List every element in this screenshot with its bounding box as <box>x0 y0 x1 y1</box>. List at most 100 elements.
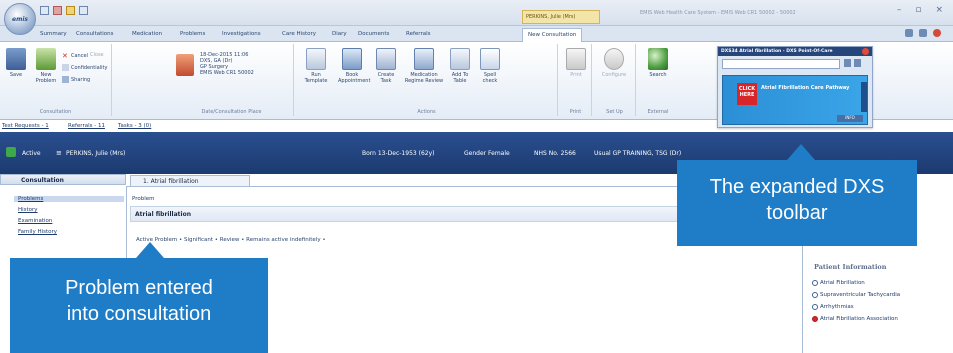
callout-dxs-toolbar: The expanded DXS toolbar <box>677 144 917 246</box>
tasks-link[interactable]: Tasks - 3 (0) <box>118 123 151 129</box>
appointment-icon <box>342 48 362 70</box>
configure-label: Configure <box>601 72 627 78</box>
consultation-navigator-header[interactable]: Consultation <box>0 174 126 185</box>
dxs-close-icon[interactable] <box>862 48 869 55</box>
book-appointment-label: Book Appointment <box>338 72 371 84</box>
pi-item-label: Supraventricular Tachycardia <box>820 292 901 298</box>
help-icon[interactable] <box>905 29 913 37</box>
print-button[interactable]: Print <box>562 48 590 78</box>
template-icon <box>306 48 326 70</box>
medication-review-button[interactable]: Medication Regime Review <box>404 48 444 84</box>
dxs-search-icon[interactable] <box>844 59 851 67</box>
group-actions-label: Actions <box>417 109 436 115</box>
consultation-date-selector[interactable]: 18-Dec-2015 11:06 DXS, GA (Dr) GP Surger… <box>176 52 258 76</box>
nav-item-family-history[interactable]: Family History <box>18 229 57 235</box>
save-quick-icon[interactable] <box>40 6 49 15</box>
dxs-click-here-button[interactable]: CLICK HERE <box>737 83 757 105</box>
options-quick-icon[interactable] <box>79 6 88 15</box>
alert-icon[interactable] <box>919 29 927 37</box>
search-button[interactable]: Search <box>644 48 672 78</box>
tab-consultations[interactable]: Consultations <box>76 31 114 37</box>
group-setup-label: Set Up <box>606 109 623 115</box>
tab-care-history[interactable]: Care History <box>282 31 316 37</box>
group-print: Print Print <box>560 44 592 116</box>
nav-item-problems[interactable]: Problems <box>14 196 124 202</box>
home-quick-icon[interactable] <box>53 6 62 15</box>
window-controls: – ▫ × <box>897 5 943 15</box>
create-task-button[interactable]: Create Task <box>372 48 400 84</box>
ribbon-tabs: Summary Consultations Medication Problem… <box>0 26 953 42</box>
group-external-label: External <box>647 109 669 115</box>
cancel-button[interactable]: ✕ Cancel <box>62 52 88 60</box>
patient-status: Active <box>22 150 41 157</box>
pi-item-label: Atrial Fibrillation Association <box>820 316 898 322</box>
window-title: EMIS Web Health Care System - EMIS Web C… <box>640 10 796 16</box>
spell-check-button[interactable]: Spell check <box>476 48 504 84</box>
tab-documents[interactable]: Documents <box>358 31 389 37</box>
dxs-pathway-title: Atrial Fibrillation Care Pathway <box>761 85 850 91</box>
pi-item-arrhythmias[interactable]: Arrhythmias <box>812 304 854 310</box>
close-icon[interactable]: × <box>935 5 943 15</box>
patient-menu-icon[interactable]: ≡ <box>56 149 62 157</box>
callout-dxs-line1: The expanded DXS <box>709 176 885 198</box>
dxs-pathway-banner[interactable]: CLICK HERE Atrial Fibrillation Care Path… <box>722 75 868 125</box>
spell-check-icon <box>480 48 500 70</box>
tab-new-consultation[interactable]: New Consultation <box>522 28 583 42</box>
nav-item-examination[interactable]: Examination <box>18 218 52 224</box>
test-requests-link[interactable]: Test Requests - 1 <box>2 123 49 129</box>
tab-right-icons <box>905 29 941 37</box>
association-icon <box>812 316 818 322</box>
cancel-icon: ✕ <box>62 52 68 60</box>
dxs-title: DXS34 Atrial fibrillation - DXS Point-Of… <box>718 47 872 56</box>
tab-summary[interactable]: Summary <box>40 31 67 37</box>
status-icon[interactable] <box>933 29 941 37</box>
active-patient-icon <box>6 147 16 157</box>
dxs-search-input[interactable] <box>722 59 840 69</box>
run-template-button[interactable]: Run Template <box>302 48 330 84</box>
new-problem-button[interactable]: New Problem <box>32 48 60 84</box>
task-icon <box>376 48 396 70</box>
dxs-info-button[interactable]: INFO <box>837 115 863 122</box>
new-problem-icon <box>36 48 56 70</box>
callout-problem-entered: Problem entered into consultation <box>10 242 268 353</box>
tab-medication[interactable]: Medication <box>132 31 162 37</box>
tab-problems[interactable]: Problems <box>180 31 205 37</box>
add-to-table-button[interactable]: Add To Table <box>446 48 474 84</box>
create-task-label: Create Task <box>377 72 395 84</box>
group-print-label: Print <box>569 109 582 115</box>
emis-app-button[interactable]: emis <box>4 3 36 35</box>
tab-referrals[interactable]: Referrals <box>406 31 430 37</box>
book-appointment-button[interactable]: Book Appointment <box>338 48 370 84</box>
referrals-link[interactable]: Referrals - 11 <box>68 123 105 129</box>
app-orb-label: emis <box>12 15 28 23</box>
maximize-icon[interactable]: ▫ <box>915 5 921 15</box>
group-external: Search External <box>638 44 678 116</box>
close-button[interactable]: Close <box>90 52 104 58</box>
pi-item-atrial-fibrillation[interactable]: Atrial Fibrillation <box>812 280 865 286</box>
dxs-settings-icon[interactable] <box>854 59 861 67</box>
tab-investigations[interactable]: Investigations <box>222 31 261 37</box>
sharing-button[interactable]: Sharing <box>62 76 90 83</box>
save-button[interactable]: Save <box>2 48 30 78</box>
configure-button[interactable]: Configure <box>600 48 628 78</box>
title-bar: PERKINS, Julie (Mrs) EMIS Web Health Car… <box>0 0 953 26</box>
pi-item-af-association[interactable]: Atrial Fibrillation Association <box>812 316 898 322</box>
spell-check-label: Spell check <box>482 72 498 84</box>
tab-atrial-fibrillation[interactable]: 1. Atrial fibrillation <box>130 175 250 186</box>
tab-diary[interactable]: Diary <box>332 31 347 37</box>
patient-information-header[interactable]: Patient Information <box>806 263 946 271</box>
search-label: Search <box>649 72 667 78</box>
pi-item-label: Atrial Fibrillation <box>820 280 865 286</box>
save-icon <box>6 48 26 70</box>
callout-problem-line2: into consultation <box>66 303 212 325</box>
nav-item-history[interactable]: History <box>18 207 38 213</box>
medication-review-label: Medication Regime Review <box>404 72 444 84</box>
patient-name: PERKINS, Julie (Mrs) <box>66 150 126 157</box>
confidentiality-icon <box>62 64 69 71</box>
info-icon <box>812 304 818 310</box>
edit-quick-icon[interactable] <box>66 6 75 15</box>
minimize-icon[interactable]: – <box>897 5 902 15</box>
save-label: Save <box>9 72 23 78</box>
pi-item-svt[interactable]: Supraventricular Tachycardia <box>812 292 900 298</box>
confidentiality-button[interactable]: Confidentiality <box>62 64 107 71</box>
